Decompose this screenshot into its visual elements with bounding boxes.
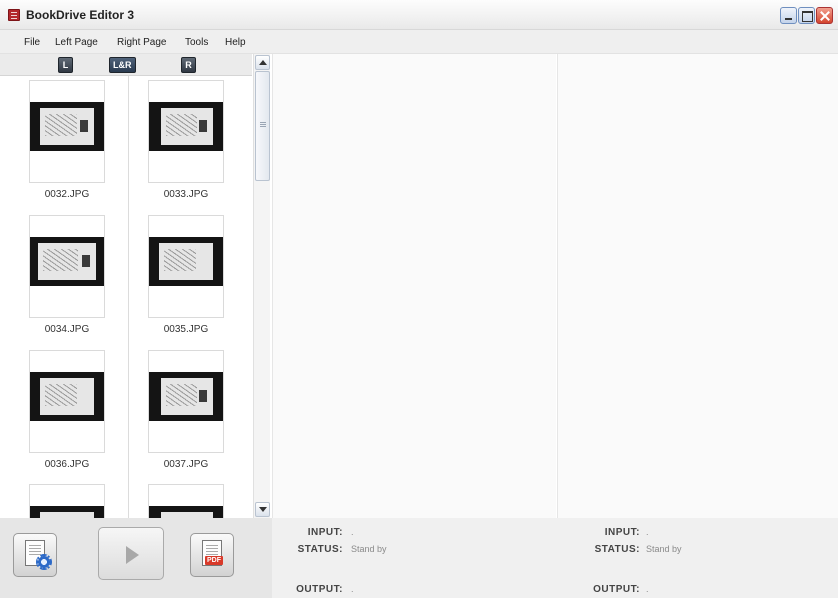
thumbnail-item[interactable]: 0037.JPG bbox=[148, 350, 224, 470]
minimize-button[interactable] bbox=[780, 7, 797, 24]
thumbnail-filename: 0032.JPG bbox=[44, 189, 90, 200]
maximize-button[interactable] bbox=[798, 7, 815, 24]
input-label: INPUT: bbox=[307, 527, 343, 538]
page-image bbox=[30, 237, 104, 286]
thumbnail-card[interactable] bbox=[148, 350, 224, 453]
scroll-down-arrow-icon[interactable] bbox=[255, 502, 270, 517]
menu-tools[interactable]: Tools bbox=[185, 37, 208, 48]
thumbnail-card[interactable] bbox=[148, 215, 224, 318]
thumbnail-item[interactable]: 0035.JPG bbox=[148, 215, 224, 335]
status-value: Stand by bbox=[646, 544, 682, 554]
thumbnail-item[interactable]: 0032.JPG bbox=[29, 80, 105, 200]
menu-left-page[interactable]: Left Page bbox=[55, 37, 98, 48]
input-value: . bbox=[646, 527, 649, 537]
right-page-toggle[interactable]: R bbox=[181, 57, 196, 73]
status-label: STATUS: bbox=[594, 544, 640, 555]
page-image bbox=[149, 102, 223, 151]
output-value: . bbox=[646, 584, 649, 594]
page-image bbox=[149, 372, 223, 421]
input-label: INPUT: bbox=[604, 527, 640, 538]
thumbnail-card[interactable] bbox=[29, 215, 105, 318]
thumbnail-card[interactable] bbox=[29, 484, 105, 518]
page-image bbox=[149, 237, 223, 286]
pdf-icon: PDF bbox=[205, 556, 223, 565]
thumbnail-panel: L L&R R 0032.JPG 0033.JPG 0034.JPG 0035.… bbox=[0, 54, 272, 598]
page-toggle-strip: L L&R R bbox=[0, 54, 252, 76]
process-settings-button[interactable] bbox=[13, 533, 57, 577]
left-page-preview[interactable] bbox=[272, 54, 556, 518]
left-page-toggle[interactable]: L bbox=[58, 57, 73, 73]
menu-bar: File Left Page Right Page Tools Help bbox=[0, 30, 838, 54]
thumbnail-item[interactable]: 0033.JPG bbox=[148, 80, 224, 200]
thumbnail-item[interactable]: 0036.JPG bbox=[29, 350, 105, 470]
thumbnail-card[interactable] bbox=[29, 350, 105, 453]
start-processing-button[interactable] bbox=[98, 527, 164, 580]
title-bar: BookDrive Editor 3 bbox=[0, 0, 838, 30]
export-pdf-button[interactable]: PDF bbox=[190, 533, 234, 577]
both-pages-toggle[interactable]: L&R bbox=[109, 57, 136, 73]
thumbnail-filename: 0037.JPG bbox=[163, 459, 209, 470]
menu-file[interactable]: File bbox=[24, 37, 40, 48]
page-image bbox=[149, 506, 223, 518]
output-label: OUTPUT: bbox=[593, 584, 640, 595]
thumbnail-filename: 0035.JPG bbox=[163, 324, 209, 335]
page-image bbox=[30, 102, 104, 151]
page-image bbox=[30, 372, 104, 421]
status-label: STATUS: bbox=[297, 544, 343, 555]
app-book-icon bbox=[8, 9, 20, 21]
action-toolbar: PDF bbox=[0, 518, 272, 598]
output-label: OUTPUT: bbox=[296, 584, 343, 595]
right-page-preview[interactable] bbox=[557, 54, 838, 518]
play-icon bbox=[126, 546, 139, 564]
right-page-info: INPUT: . STATUS: Stand by OUTPUT: . bbox=[556, 518, 838, 598]
thumbnail-scrollbar[interactable] bbox=[253, 54, 270, 518]
thumbnail-filename: 0033.JPG bbox=[163, 189, 209, 200]
thumbnail-item[interactable] bbox=[29, 484, 105, 518]
thumbnail-card[interactable] bbox=[29, 80, 105, 183]
status-value: Stand by bbox=[351, 544, 387, 554]
thumbnail-item[interactable] bbox=[148, 484, 224, 518]
page-image bbox=[30, 506, 104, 518]
thumbnail-filename: 0034.JPG bbox=[44, 324, 90, 335]
thumbnail-item[interactable]: 0034.JPG bbox=[29, 215, 105, 335]
window-title: BookDrive Editor 3 bbox=[26, 8, 135, 22]
gear-icon bbox=[36, 554, 52, 570]
thumbnail-card[interactable] bbox=[148, 484, 224, 518]
thumbnail-card[interactable] bbox=[148, 80, 224, 183]
column-divider bbox=[128, 76, 129, 518]
menu-help[interactable]: Help bbox=[225, 37, 246, 48]
close-button[interactable] bbox=[816, 7, 833, 24]
menu-right-page[interactable]: Right Page bbox=[117, 37, 166, 48]
thumbnail-list: 0032.JPG 0033.JPG 0034.JPG 0035.JPG 0036… bbox=[0, 76, 252, 518]
scroll-up-arrow-icon[interactable] bbox=[255, 55, 270, 70]
left-page-info: INPUT: . STATUS: Stand by OUTPUT: . bbox=[272, 518, 556, 598]
output-value: . bbox=[351, 584, 354, 594]
thumbnail-filename: 0036.JPG bbox=[44, 459, 90, 470]
scrollbar-thumb[interactable] bbox=[255, 71, 270, 181]
input-value: . bbox=[351, 527, 354, 537]
